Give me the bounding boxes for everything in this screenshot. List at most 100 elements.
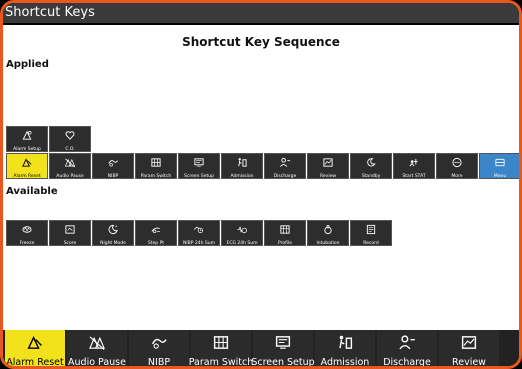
key-label: Menu — [493, 174, 507, 179]
key-label: Step Pt — [147, 241, 165, 246]
dialog-heading: Shortcut Key Sequence — [182, 35, 340, 49]
key-label: More — [451, 174, 463, 179]
key-label: NIBP — [107, 174, 119, 179]
discharge-icon — [396, 334, 418, 355]
heart-icon — [63, 126, 77, 145]
available-label: Available — [6, 186, 58, 197]
more-icon — [450, 153, 464, 172]
review-icon — [458, 334, 480, 355]
applied-key-audio-pause[interactable]: Audio Pause — [49, 153, 91, 179]
key-label: Audio Pause — [68, 357, 126, 368]
key-label: Start STAT — [402, 174, 426, 179]
applied-key-alarm-setup[interactable]: Alarm Setup — [6, 126, 48, 152]
bottom-shortcut-bar: Alarm Reset Audio Pause NIBP Param Switch Sc… — [3, 330, 519, 368]
discharge-icon — [278, 153, 292, 172]
applied-key-standby[interactable]: Standby — [350, 153, 392, 179]
key-label: Intubation — [316, 241, 340, 246]
available-key-ecg-24h-sum[interactable]: ECG 24h Sum — [221, 220, 263, 246]
applied-key-nibp[interactable]: NIBP — [92, 153, 134, 179]
nibp-icon — [148, 334, 170, 355]
key-label: Discharge — [383, 357, 431, 368]
applied-key-review[interactable]: Review — [307, 153, 349, 179]
bottom-key-param-switch[interactable]: Param Switch — [188, 330, 254, 368]
night-mode-icon — [106, 220, 120, 239]
applied-key-more[interactable]: More — [436, 153, 478, 179]
monitor-frame: Shortcut Keys Shortcut Key Sequence Appl… — [0, 0, 522, 369]
bottom-key-discharge[interactable]: Discharge — [377, 330, 437, 368]
key-label: Night Mode — [100, 241, 126, 246]
applied-key-c-o[interactable]: C.O. — [49, 126, 91, 152]
key-label: Admission — [320, 357, 370, 368]
window-title: Shortcut Keys — [3, 3, 519, 23]
key-label: Param Switch — [188, 357, 254, 368]
applied-key-menu[interactable]: Menu — [479, 153, 519, 179]
key-label: Profile — [278, 241, 292, 246]
available-key-score[interactable]: Score — [49, 220, 91, 246]
ecg-sum-icon — [235, 220, 249, 239]
applied-row-1: Alarm Setup C.O. — [6, 126, 91, 152]
screen-setup-icon — [272, 334, 294, 355]
key-label: Alarm Reset — [13, 174, 41, 179]
key-label: Alarm Reset — [6, 357, 64, 368]
review-icon — [321, 153, 335, 172]
applied-key-screen-setup[interactable]: Screen Setup — [178, 153, 220, 179]
key-label: NIBP — [147, 357, 171, 368]
available-key-intubation[interactable]: Intubation — [307, 220, 349, 246]
bottom-key-audio-pause[interactable]: Audio Pause — [67, 330, 127, 368]
applied-key-start-stat[interactable]: Start STAT — [393, 153, 435, 179]
nibp-icon — [106, 153, 120, 172]
admission-icon — [334, 334, 356, 355]
bottom-key-alarm-reset[interactable]: Alarm Reset — [5, 330, 65, 368]
score-icon — [63, 220, 77, 239]
available-key-step-pt[interactable]: Step Pt — [135, 220, 177, 246]
bottom-key-admission[interactable]: Admission — [315, 330, 375, 368]
key-label: Param Switch — [140, 174, 172, 179]
start-stat-icon — [407, 153, 421, 172]
key-label: Record — [363, 241, 379, 246]
available-key-record[interactable]: Record — [350, 220, 392, 246]
shortcut-keys-dialog: Shortcut Key Sequence Applied Alarm Setu… — [3, 25, 519, 330]
bottom-key-nibp[interactable]: NIBP — [129, 330, 189, 368]
key-label: Score — [63, 241, 77, 246]
key-label: Review — [319, 174, 337, 179]
applied-key-alarm-reset[interactable]: Alarm Reset — [6, 153, 48, 179]
intubation-icon — [321, 220, 335, 239]
param-switch-icon — [149, 153, 163, 172]
key-label: Audio Pause — [56, 174, 84, 179]
key-label: C.O. — [65, 147, 75, 152]
applied-key-param-switch[interactable]: Param Switch — [135, 153, 177, 179]
key-label: Admission — [230, 174, 254, 179]
nibp-sum-icon — [192, 220, 206, 239]
profile-icon — [278, 220, 292, 239]
alarm-setup-icon — [20, 126, 34, 145]
param-switch-icon — [210, 334, 232, 355]
standby-icon — [364, 153, 378, 172]
key-label: NIBP 24h Sum — [182, 241, 216, 246]
available-key-freeze[interactable]: Freeze — [6, 220, 48, 246]
audio-pause-icon — [86, 334, 108, 355]
applied-row-2: Alarm Reset Audio Pause NIBP Param Switch Sc… — [6, 153, 519, 179]
bottom-key-screen-setup[interactable]: Screen Setup — [251, 330, 315, 368]
menu-icon — [493, 153, 507, 172]
key-label: ECG 24h Sum — [226, 241, 258, 246]
alarm-reset-icon — [24, 334, 46, 355]
step-icon — [149, 220, 163, 239]
available-key-night-mode[interactable]: Night Mode — [92, 220, 134, 246]
available-key-profile[interactable]: Profile — [264, 220, 306, 246]
bottom-key-review[interactable]: Review — [439, 330, 499, 368]
screen-setup-icon — [192, 153, 206, 172]
key-label: Freeze — [19, 241, 35, 246]
key-label: Screen Setup — [184, 174, 214, 179]
admission-icon — [235, 153, 249, 172]
key-label: Discharge — [273, 174, 297, 179]
applied-key-admission[interactable]: Admission — [221, 153, 263, 179]
applied-key-discharge[interactable]: Discharge — [264, 153, 306, 179]
key-label: Screen Setup — [251, 357, 315, 368]
key-label: Review — [452, 357, 486, 368]
alarm-reset-icon — [20, 153, 34, 172]
available-key-nibp-24h-sum[interactable]: NIBP 24h Sum — [178, 220, 220, 246]
key-label: Standby — [361, 174, 381, 179]
available-row: Freeze Score Night Mode Step Pt NIBP 24h Sum… — [6, 220, 392, 246]
freeze-icon — [20, 220, 34, 239]
audio-pause-icon — [63, 153, 77, 172]
